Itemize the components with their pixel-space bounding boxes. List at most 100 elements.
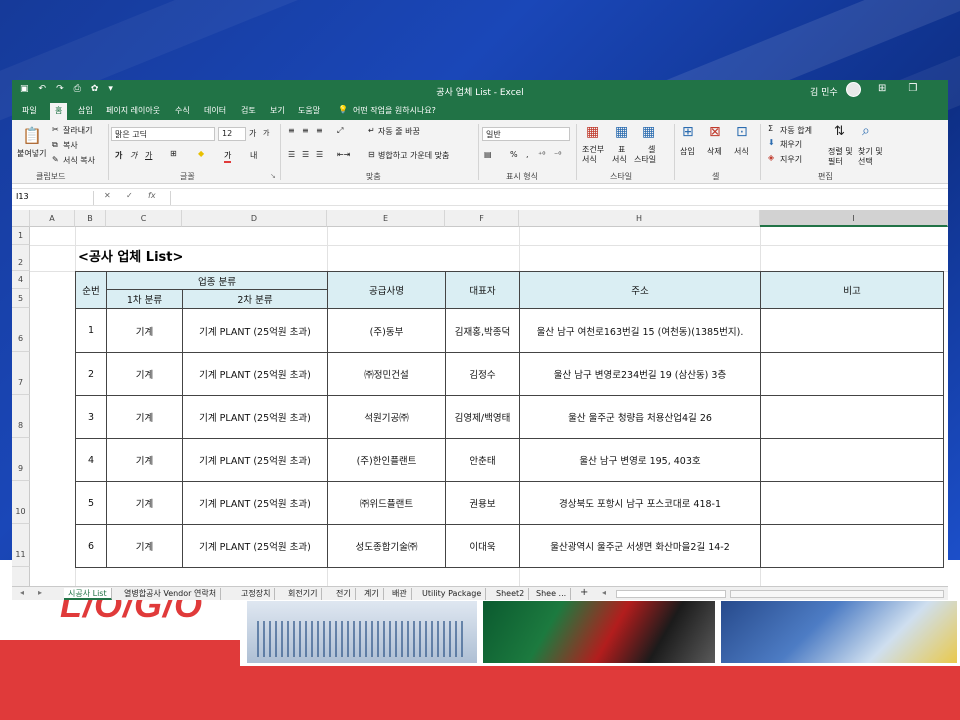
align-top-icon[interactable]: ≡ — [288, 126, 295, 135]
cell-ceo[interactable]: 김영제/백영태 — [445, 395, 520, 439]
format-as-table-button-line2[interactable]: 서식 — [612, 154, 627, 165]
font-size-select[interactable]: 12 — [218, 127, 246, 141]
scroll-tabs-right-icon[interactable]: ▸ — [38, 588, 42, 597]
cell-note[interactable] — [760, 352, 944, 396]
sheet-tab-contractors[interactable]: 시공사 List — [64, 588, 112, 600]
row-header-partial[interactable] — [12, 567, 30, 588]
column-header-b[interactable]: B — [75, 210, 106, 227]
tab-home[interactable]: 홈 — [50, 103, 68, 120]
row-header-7[interactable]: 7 — [12, 352, 30, 395]
copy-icon[interactable]: ⧉ — [52, 140, 58, 150]
format-painter-button[interactable]: 서식 복사 — [63, 155, 95, 166]
find-select-icon[interactable]: ⌕ — [862, 123, 870, 139]
worksheet-grid[interactable]: A B C D E F H I 1 2 4 5 6 7 8 9 10 11 <공… — [12, 210, 948, 588]
find-select-button-line2[interactable]: 선택 — [858, 156, 873, 167]
dialog-launcher-icon[interactable]: ↘ — [270, 172, 276, 180]
align-right-icon[interactable]: ☰ — [316, 150, 323, 159]
insert-cells-button[interactable]: 삽입 — [680, 146, 695, 157]
select-all-corner[interactable] — [12, 210, 30, 227]
cut-button[interactable]: 잘라내기 — [63, 125, 92, 136]
sheet-tabs-more-icon[interactable]: ◂ — [602, 588, 606, 597]
column-header-e[interactable]: E — [327, 210, 445, 227]
column-header-i[interactable]: I — [760, 210, 948, 227]
cell-note[interactable] — [760, 524, 944, 568]
user-name[interactable]: 김 민수 — [810, 85, 838, 98]
cell-ceo[interactable]: 권용보 — [445, 481, 520, 525]
font-grow-button[interactable]: 가 — [249, 128, 256, 139]
wrap-text-button[interactable]: 자동 줄 바꿈 — [378, 126, 420, 137]
cell-cat1[interactable]: 기계 — [106, 308, 183, 353]
cell-supplier[interactable]: (주)한인플랜트 — [327, 438, 446, 482]
format-painter-icon[interactable]: ✎ — [52, 155, 59, 164]
cell-no[interactable]: 6 — [75, 524, 107, 568]
cell-cat1[interactable]: 기계 — [106, 481, 183, 525]
row-header-4[interactable]: 4 — [12, 271, 30, 289]
header-no[interactable]: 순번 — [75, 271, 107, 309]
tab-insert[interactable]: 삽입 — [78, 105, 93, 116]
add-sheet-button[interactable]: + — [580, 587, 588, 598]
cell-supplier[interactable]: ㈜위드플랜트 — [327, 481, 446, 525]
cell-no[interactable]: 2 — [75, 352, 107, 396]
cell-supplier[interactable]: (주)동부 — [327, 308, 446, 353]
autosum-icon[interactable]: Σ — [768, 124, 773, 133]
tab-review[interactable]: 검토 — [241, 105, 256, 116]
bold-button[interactable]: 가 — [115, 150, 122, 161]
cell-styles-button-line2[interactable]: 스타일 — [634, 154, 656, 165]
sheet-tab-electrical[interactable]: 전기 — [332, 588, 356, 600]
cell-cat2[interactable]: 기계 PLANT (25억원 초과) — [182, 395, 328, 439]
cell-ceo[interactable]: 김재홍,박종덕 — [445, 308, 520, 353]
paste-icon[interactable]: 📋 — [22, 126, 42, 145]
column-header-h[interactable]: H — [519, 210, 760, 227]
column-header-c[interactable]: C — [106, 210, 182, 227]
align-center-icon[interactable]: ☰ — [302, 150, 309, 159]
row-header-2[interactable]: 2 — [12, 245, 30, 271]
row-header-10[interactable]: 10 — [12, 481, 30, 524]
horizontal-scrollbar-track[interactable] — [730, 590, 944, 598]
tab-data[interactable]: 데이터 — [204, 105, 226, 116]
conditional-formatting-icon[interactable]: ▦ — [586, 124, 599, 140]
avatar[interactable] — [846, 82, 861, 97]
align-left-icon[interactable]: ☰ — [288, 150, 295, 159]
decrease-decimal-icon[interactable]: ⁻⁰ — [554, 150, 561, 159]
sheet-tab-utility-package[interactable]: Utility Package — [418, 588, 487, 600]
cell-supplier[interactable]: 석원기공㈜ — [327, 395, 446, 439]
header-cat1[interactable]: 1차 분류 — [106, 289, 183, 309]
tab-view[interactable]: 보기 — [270, 105, 285, 116]
number-format-select[interactable]: 일반 — [482, 127, 570, 141]
wrap-text-icon[interactable]: ↵ — [368, 126, 375, 135]
header-ceo[interactable]: 대표자 — [445, 271, 520, 309]
cell-address[interactable]: 울산 울주군 청량읍 처용산업4길 26 — [519, 395, 761, 439]
row-header-8[interactable]: 8 — [12, 395, 30, 438]
cell-cat1[interactable]: 기계 — [106, 438, 183, 482]
fill-icon[interactable]: ⬇ — [768, 138, 775, 147]
cell-cat1[interactable]: 기계 — [106, 352, 183, 396]
align-bottom-icon[interactable]: ≡ — [316, 126, 323, 135]
header-cat2[interactable]: 2차 분류 — [182, 289, 328, 309]
conditional-formatting-button-line2[interactable]: 서식 — [582, 154, 597, 165]
sheet-tab-sheet2[interactable]: Sheet2 — [492, 588, 530, 600]
row-header-9[interactable]: 9 — [12, 438, 30, 481]
format-cells-button[interactable]: 서식 — [734, 146, 749, 157]
horizontal-scrollbar-thumb[interactable] — [616, 590, 726, 598]
row-header-6[interactable]: 6 — [12, 308, 30, 352]
sheet-tab-vendor[interactable]: 열병합공사 Vendor 연락처 — [120, 588, 222, 600]
insert-function-icon[interactable]: fx — [148, 191, 156, 200]
name-box[interactable]: I13 — [12, 191, 94, 205]
cell-no[interactable]: 4 — [75, 438, 107, 482]
column-header-f[interactable]: F — [445, 210, 519, 227]
insert-cells-icon[interactable]: ⊞ — [682, 124, 694, 140]
enter-icon[interactable]: ✓ — [126, 191, 133, 200]
cell-supplier[interactable]: 성도종합기술㈜ — [327, 524, 446, 568]
indent-icon[interactable]: ⇤⇥ — [337, 150, 350, 159]
delete-cells-icon[interactable]: ⊠ — [709, 124, 721, 140]
cell-cat2[interactable]: 기계 PLANT (25억원 초과) — [182, 308, 328, 353]
header-address[interactable]: 주소 — [519, 271, 761, 309]
tab-file[interactable]: 파일 — [22, 105, 37, 116]
cell-note[interactable] — [760, 438, 944, 482]
format-cells-icon[interactable]: ⊡ — [736, 124, 748, 140]
cell-address[interactable]: 울산광역시 울주군 서생면 화산마을2길 14-2 — [519, 524, 761, 568]
cell-cat2[interactable]: 기계 PLANT (25억원 초과) — [182, 481, 328, 525]
accounting-format-icon[interactable]: ▤ — [484, 150, 492, 159]
cell-address[interactable]: 울산 남구 여천로163번길 15 (여천동)(1385번지). — [519, 308, 761, 353]
cell-no[interactable]: 3 — [75, 395, 107, 439]
